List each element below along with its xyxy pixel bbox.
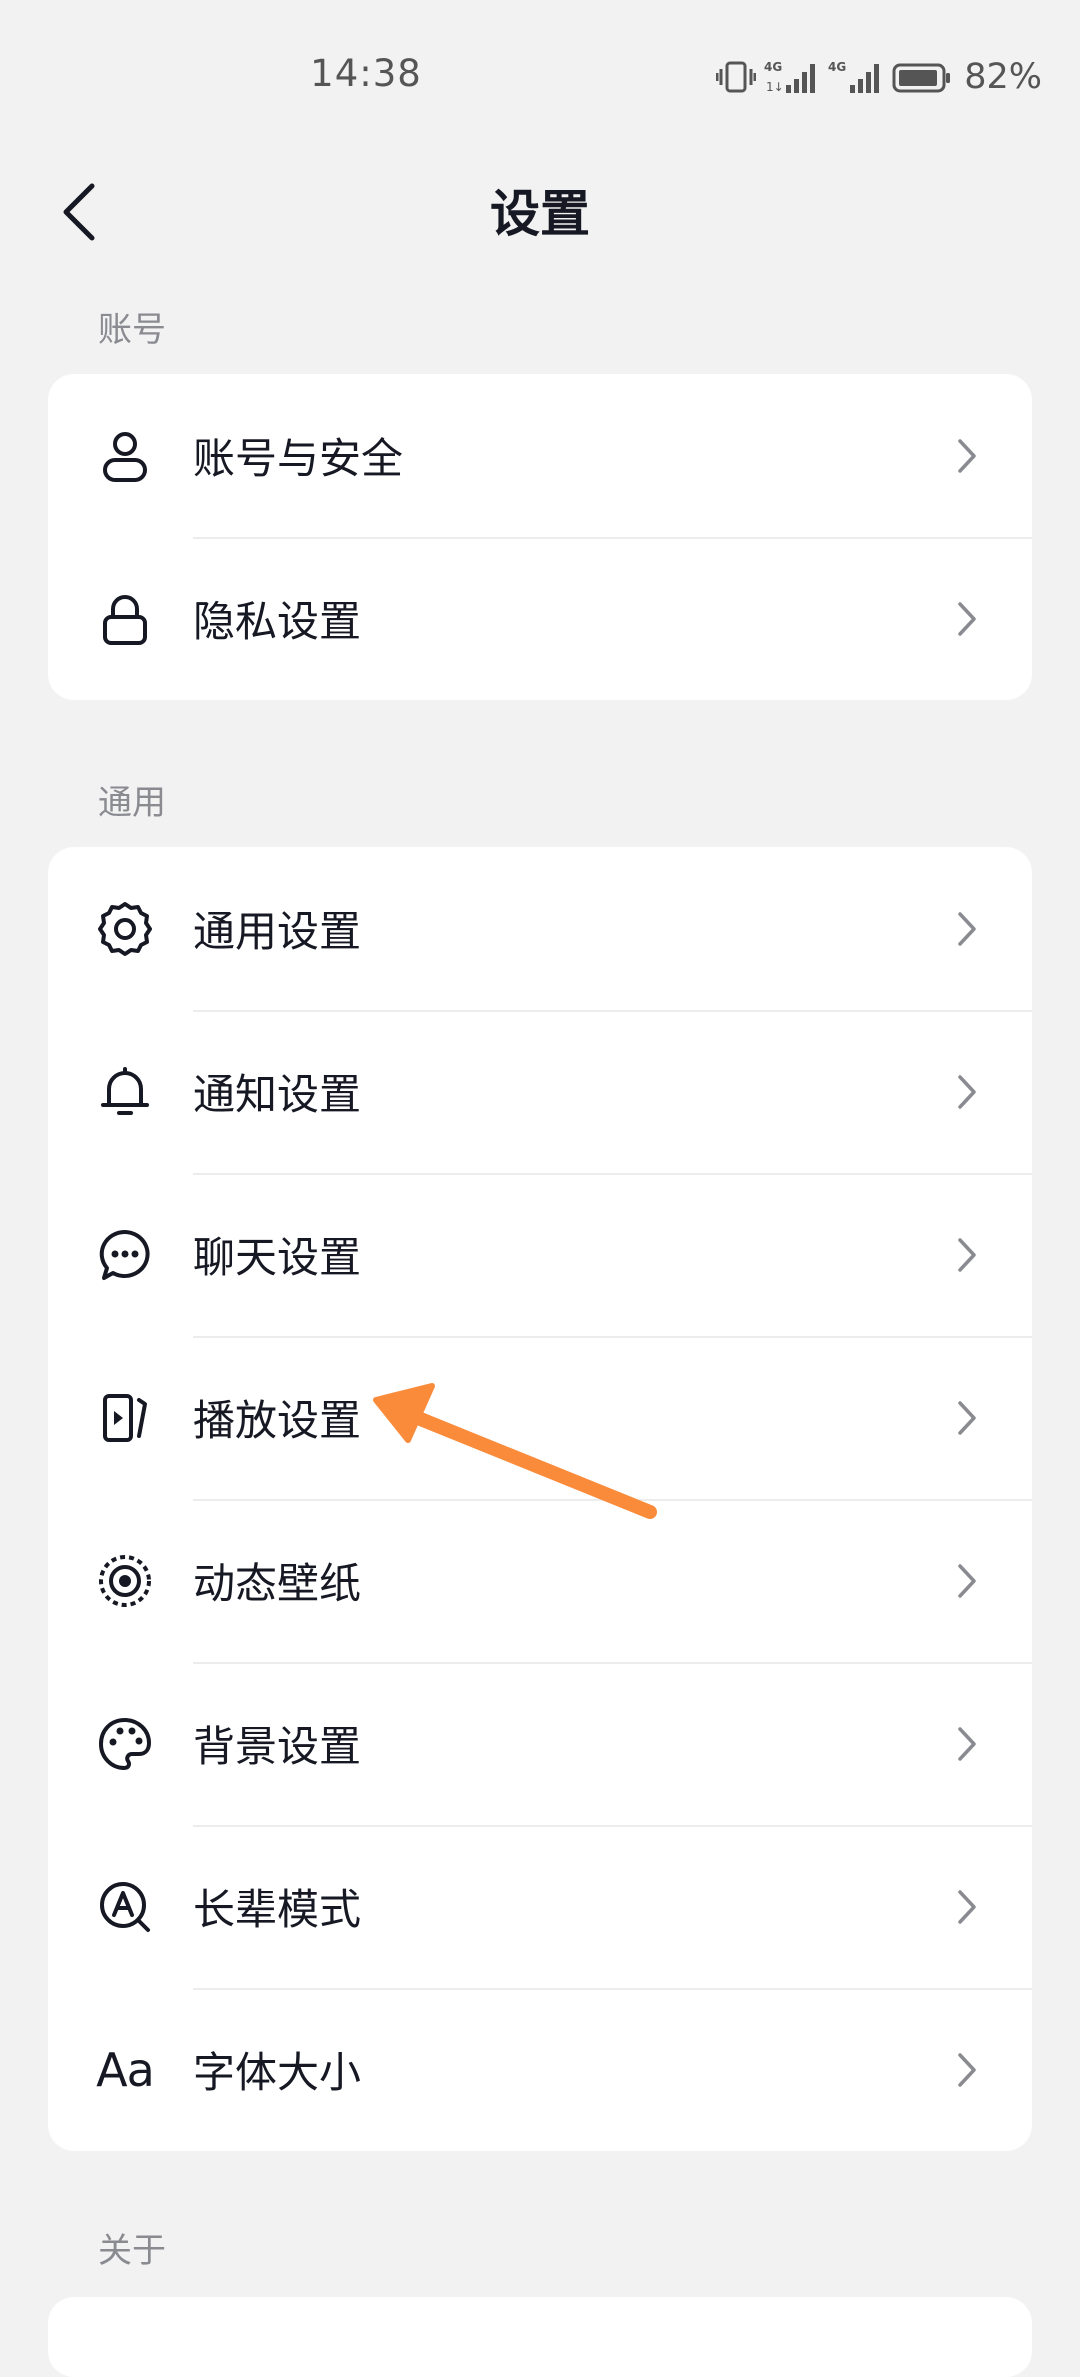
menu-item-live-wallpaper[interactable]: 动态壁纸 [48,1499,1032,1662]
chevron-right-icon [952,1724,982,1764]
svg-text:1↓: 1↓ [766,80,784,94]
menu-item-label: 长辈模式 [193,1885,362,1934]
live-wallpaper-icon [94,1550,156,1612]
status-icons: 4G 1↓ 4G 82% [716,52,1042,102]
menu-item-label: 播放设置 [193,1396,362,1445]
palette-icon [94,1713,156,1775]
font-size-icon-text: Aa [96,2042,155,2097]
section-label-general: 通用 [98,783,166,823]
nav-bar: 设置 [0,150,1080,270]
chevron-right-icon [952,436,982,476]
signal-4g-icon-2: 4G [828,60,880,93]
section-label-about: 关于 [98,2231,166,2271]
menu-item-label: 隐私设置 [193,597,362,646]
menu-item-notification-settings[interactable]: 通知设置 [48,1010,1032,1173]
menu-item-general-settings[interactable]: 通用设置 [48,847,1032,1010]
menu-item-label: 背景设置 [193,1722,362,1771]
chat-bubble-icon [94,1224,156,1286]
bell-icon [94,1061,156,1123]
general-card: 通用设置 通知设置 聊天设置 播放设置 动态壁纸 背景设置 长辈模式 Aa 字体… [48,847,1032,2151]
svg-text:4G: 4G [828,60,846,74]
menu-item-label: 通知设置 [193,1070,362,1119]
elder-mode-icon [94,1876,156,1938]
battery-icon [892,63,951,93]
status-time: 14:38 [310,52,422,95]
chevron-right-icon [952,1887,982,1927]
status-bar: 14:38 4G 1↓ 4G 82% [0,0,1080,150]
menu-item-label: 通用设置 [193,907,362,956]
menu-item-font-size[interactable]: Aa 字体大小 [48,1988,1032,2151]
menu-item-playback-settings[interactable]: 播放设置 [48,1336,1032,1499]
chevron-right-icon [952,1561,982,1601]
vibrate-icon [716,61,757,93]
chevron-right-icon [952,2050,982,2090]
menu-item-label: 聊天设置 [193,1233,362,1282]
signal-4g-icon-1: 4G 1↓ [764,60,816,94]
play-settings-icon [94,1387,156,1449]
menu-item-chat-settings[interactable]: 聊天设置 [48,1173,1032,1336]
section-label-account: 账号 [98,310,166,350]
chevron-right-icon [952,909,982,949]
user-icon [94,425,156,487]
menu-item-account-security[interactable]: 账号与安全 [48,374,1032,537]
menu-item-label: 动态壁纸 [193,1559,362,1608]
menu-item-elder-mode[interactable]: 长辈模式 [48,1825,1032,1988]
account-card: 账号与安全 隐私设置 [48,374,1032,700]
svg-text:4G: 4G [764,60,782,74]
font-size-icon: Aa [94,2039,156,2101]
menu-item-background-settings[interactable]: 背景设置 [48,1662,1032,1825]
menu-item-label: 账号与安全 [193,434,404,483]
chevron-right-icon [952,1072,982,1112]
chevron-right-icon [952,1398,982,1438]
lock-icon [94,588,156,650]
page-title: 设置 [490,185,590,243]
chevron-right-icon [952,599,982,639]
menu-item-label: 字体大小 [193,2048,362,2097]
chevron-right-icon [952,1235,982,1275]
gear-icon [94,898,156,960]
about-card [48,2297,1032,2377]
battery-percent: 82% [964,57,1042,97]
menu-item-privacy-settings[interactable]: 隐私设置 [48,537,1032,700]
